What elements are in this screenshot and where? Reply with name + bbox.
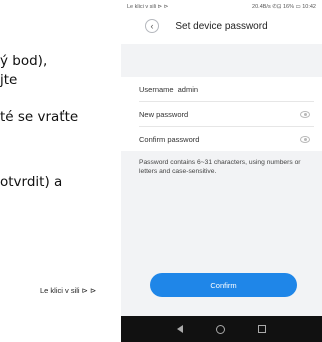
eye-icon[interactable] <box>300 110 310 118</box>
eye-icon[interactable] <box>300 135 310 143</box>
nav-home-icon[interactable] <box>215 324 225 334</box>
status-bar: Le klici v sili ⊳ ⊳ 20.4B/s ✆⊡ 16% ▭ 10:… <box>121 0 322 14</box>
nav-recent-apps-icon[interactable] <box>257 325 266 333</box>
confirm-password-row[interactable]: Confirm password <box>139 127 314 151</box>
username-value: admin <box>177 84 199 94</box>
nav-back-icon[interactable] <box>177 325 184 333</box>
new-password-row[interactable]: New password <box>139 102 314 127</box>
phone-screen: Le klici v sili ⊳ ⊳ 20.4B/s ✆⊡ 16% ▭ 10:… <box>121 0 322 342</box>
back-button[interactable]: ‹ <box>145 19 159 33</box>
status-bar-indicators: 20.4B/s ✆⊡ 16% ▭ 10:42 <box>252 4 316 10</box>
confirm-button[interactable]: Confirm <box>150 273 297 297</box>
android-nav-bar <box>121 316 322 342</box>
username-row: Username admin <box>139 77 314 102</box>
document-text-line: otvrdit) a <box>0 174 63 190</box>
page-title: Set device password <box>175 20 268 32</box>
document-text-line: jte <box>0 72 18 88</box>
chevron-left-icon: ‹ <box>150 20 154 31</box>
title-bar: ‹ Set device password <box>121 14 322 44</box>
password-form: Username admin New password Confirm passw… <box>121 77 322 151</box>
confirm-password-field[interactable]: Confirm password <box>139 135 199 144</box>
document-text-line: ý bod), <box>0 53 48 69</box>
username-label: Username <box>139 84 174 94</box>
status-bar-carrier: Le klici v sili ⊳ ⊳ <box>127 4 169 10</box>
document-footer-caption: Le klici v sili ⊳ ⊳ <box>40 286 97 295</box>
password-hint: Password contains 6~31 characters, using… <box>139 159 301 175</box>
document-text-line: té se vraťte <box>0 109 79 125</box>
username-field: Username admin <box>139 85 198 94</box>
new-password-field[interactable]: New password <box>139 110 188 119</box>
